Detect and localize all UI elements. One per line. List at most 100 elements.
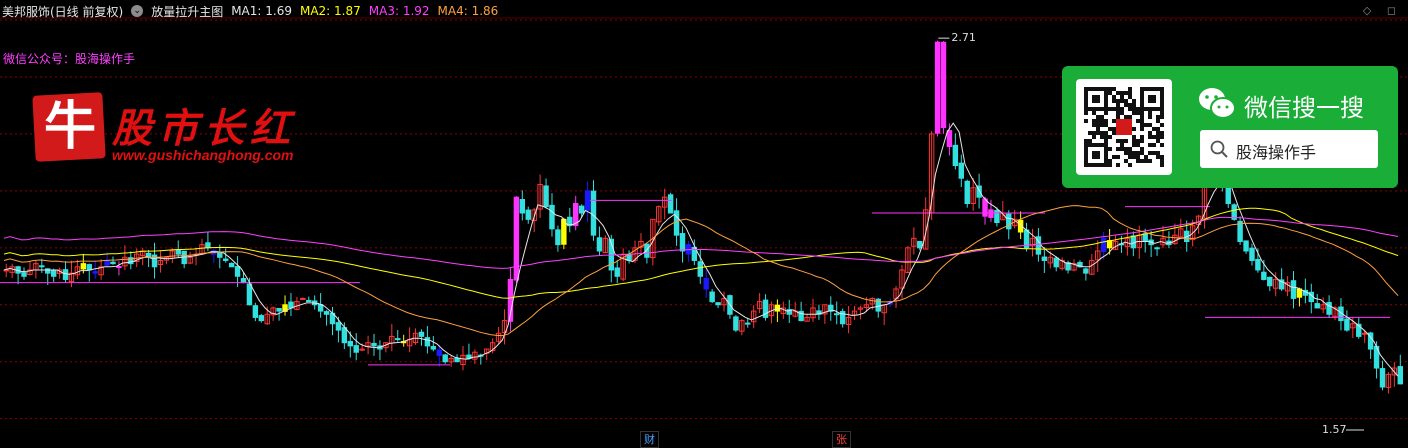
qr-module xyxy=(1112,119,1116,123)
min-price-label: 1.57 xyxy=(1322,423,1347,436)
candle-body xyxy=(1154,247,1160,250)
qr-module xyxy=(1120,91,1124,95)
candle-body xyxy=(1261,271,1267,280)
qr-module xyxy=(1124,103,1128,107)
candle-body xyxy=(679,233,686,252)
qr-module xyxy=(1124,139,1128,143)
qr-module xyxy=(1104,123,1108,127)
candle-body xyxy=(1326,301,1332,315)
qr-module xyxy=(1136,155,1140,159)
stock-title[interactable]: 美邦服饰(日线 前复权) xyxy=(2,3,123,20)
candle-body xyxy=(217,252,223,258)
candle-body xyxy=(614,267,620,277)
qr-module xyxy=(1124,91,1128,95)
candle-body xyxy=(175,249,181,255)
qr-module xyxy=(1116,115,1120,119)
qr-module xyxy=(1100,135,1104,139)
candle-body xyxy=(50,269,57,277)
candle-body xyxy=(584,190,591,211)
candle-body xyxy=(834,313,840,316)
qr-module xyxy=(1152,127,1156,131)
candle-body xyxy=(116,265,122,268)
candle-body xyxy=(940,41,947,129)
candle-body xyxy=(774,304,781,312)
qr-module xyxy=(1096,131,1100,135)
max-price-label: 2.71 xyxy=(951,31,976,44)
wechat-search-box[interactable]: 股海操作手 xyxy=(1200,130,1378,168)
candle-body xyxy=(1314,303,1320,309)
candle-body xyxy=(1397,366,1403,385)
qr-module xyxy=(1084,139,1088,143)
candle-body xyxy=(205,242,211,249)
qr-module xyxy=(1108,87,1112,91)
finance-tag[interactable]: 财 xyxy=(640,431,659,448)
qr-module xyxy=(1112,107,1116,111)
qr-module xyxy=(1096,115,1100,119)
logo-char: 牛 xyxy=(43,96,96,157)
qr-module xyxy=(1156,155,1160,159)
qr-module xyxy=(1100,115,1104,119)
qr-module xyxy=(1136,119,1140,123)
qr-module xyxy=(1140,151,1144,155)
qr-module xyxy=(1088,131,1092,135)
logo-title: 股市长红 xyxy=(112,105,296,152)
qr-module xyxy=(1112,99,1116,103)
candle-body xyxy=(946,130,953,148)
qr-module xyxy=(1092,135,1096,139)
candle-body xyxy=(45,268,51,274)
candle-body xyxy=(39,265,45,268)
candle-body xyxy=(418,331,425,337)
candle-body xyxy=(454,357,460,363)
qr-module xyxy=(1128,107,1132,111)
candle-body xyxy=(715,302,721,306)
candle-body xyxy=(994,210,1000,224)
wechat-search-text: 股海操作手 xyxy=(1236,143,1317,162)
candle-body xyxy=(86,264,92,271)
chevron-circle-icon[interactable]: ⌄ xyxy=(131,5,144,17)
qr-module xyxy=(1116,155,1120,159)
qr-module xyxy=(1156,139,1160,143)
brand-logo: 牛 股市长红 www.gushichanghong.com xyxy=(28,86,338,176)
qr-module xyxy=(1160,131,1164,135)
candle-body xyxy=(424,337,431,347)
qr-code xyxy=(1076,79,1172,175)
qr-module xyxy=(1132,127,1136,131)
candle-body xyxy=(436,349,442,356)
qr-module xyxy=(1160,111,1164,115)
qr-module xyxy=(1120,95,1124,99)
ma1-label: MA1: 1.69 xyxy=(231,4,292,18)
qr-module xyxy=(1140,139,1144,143)
qr-module xyxy=(1120,139,1124,143)
qr-module xyxy=(1128,103,1132,107)
qr-module xyxy=(1148,131,1152,135)
qr-module xyxy=(1108,135,1112,139)
qr-module xyxy=(1148,143,1152,147)
qr-module xyxy=(1108,91,1112,95)
candle-body xyxy=(1267,276,1273,287)
candle-body xyxy=(110,261,116,265)
candle-body xyxy=(240,278,247,284)
qr-finder xyxy=(1092,95,1100,103)
qr-module xyxy=(1152,143,1156,147)
qr-module xyxy=(1132,155,1136,159)
qr-code-icon xyxy=(1084,87,1164,167)
qr-module xyxy=(1148,115,1152,119)
qr-module xyxy=(1140,127,1144,131)
qr-module xyxy=(1112,127,1116,131)
window-controls[interactable]: ◇ ◻ xyxy=(1363,4,1402,17)
search-icon xyxy=(1210,140,1228,158)
qr-module xyxy=(1136,111,1140,115)
candle-body xyxy=(555,229,561,246)
limit-up-tag[interactable]: 张 xyxy=(832,431,851,448)
candle-body xyxy=(335,322,342,331)
qr-finder xyxy=(1092,151,1100,159)
qr-module xyxy=(1100,123,1104,127)
qr-module xyxy=(1108,127,1112,131)
qr-module xyxy=(1112,155,1116,159)
candle-body xyxy=(1106,240,1113,249)
indicator-name[interactable]: 放量拉升主图 xyxy=(151,3,223,20)
qr-module xyxy=(1128,115,1132,119)
candle-body xyxy=(276,307,282,312)
candle-body xyxy=(300,297,306,300)
qr-module xyxy=(1160,123,1164,127)
